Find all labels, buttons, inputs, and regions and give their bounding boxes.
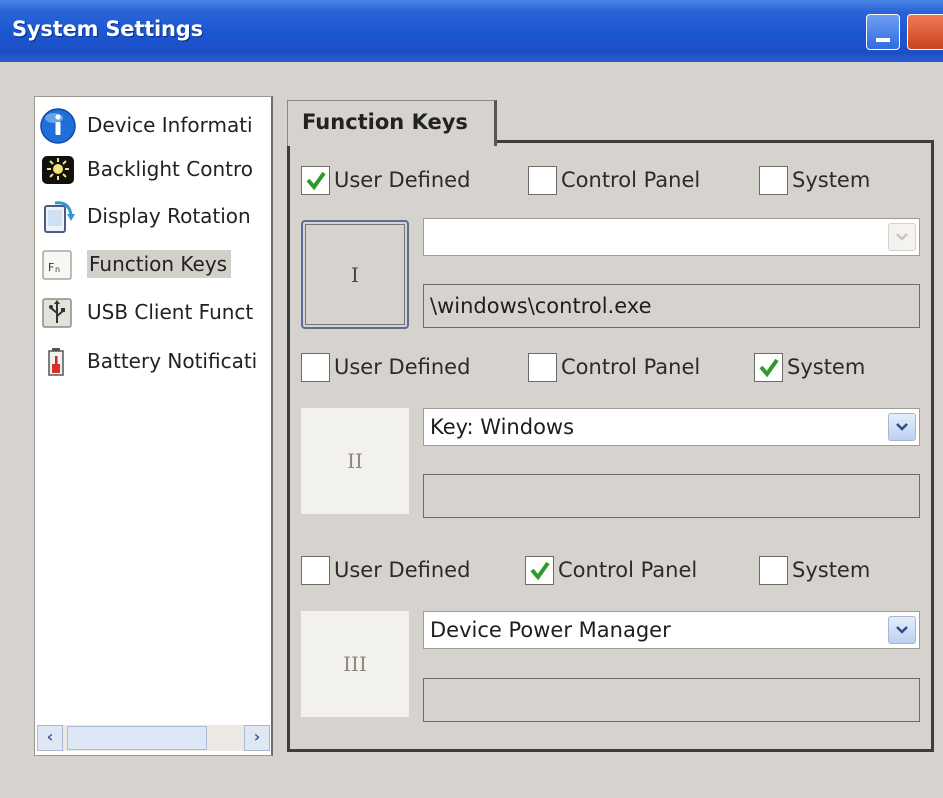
- battery-icon: [39, 342, 77, 380]
- key-3-control-panel-checkbox[interactable]: Control Panel: [525, 553, 697, 587]
- sidebar-item-battery-notification[interactable]: Battery Notificati: [39, 339, 272, 383]
- key-1-system-checkbox[interactable]: System: [759, 163, 870, 197]
- sidebar-item-device-information[interactable]: Device Informati: [39, 103, 272, 147]
- horizontal-scrollbar[interactable]: ‹ ›: [37, 725, 270, 751]
- key-3-system-checkbox[interactable]: System: [759, 553, 870, 587]
- checkbox-label: User Defined: [334, 558, 471, 582]
- checkbox-box: [759, 165, 788, 195]
- key-3-button[interactable]: III: [301, 611, 409, 717]
- key-1-user-defined-checkbox[interactable]: User Defined: [301, 163, 470, 197]
- combo-value: Key: Windows: [430, 415, 575, 439]
- sidebar-item-label: Backlight Contro: [87, 157, 253, 181]
- checkbox-label: Control Panel: [561, 355, 701, 379]
- usb-icon: [39, 293, 77, 331]
- sidebar-item-function-keys[interactable]: Fn Function Keys: [39, 242, 272, 286]
- key-2-button[interactable]: II: [301, 408, 409, 514]
- sidebar-item-label: Device Informati: [87, 113, 253, 137]
- path-value: \windows\control.exe: [430, 294, 652, 318]
- dropdown-button[interactable]: [888, 413, 916, 441]
- svg-text:n: n: [55, 265, 60, 274]
- key-label: II: [347, 449, 363, 473]
- dropdown-button[interactable]: [888, 223, 916, 251]
- key-2-user-defined-checkbox[interactable]: User Defined: [301, 350, 470, 384]
- window-title: System Settings: [12, 17, 203, 41]
- chevron-down-icon: [896, 233, 908, 241]
- scroll-right-button[interactable]: ›: [244, 725, 270, 751]
- checkbox-label: System: [787, 355, 866, 379]
- checkbox-box: [528, 352, 557, 382]
- checkbox-box: [759, 555, 788, 585]
- checkbox-label: System: [792, 558, 871, 582]
- checkmark-icon: [306, 171, 326, 190]
- tab-label: Function Keys: [302, 110, 468, 134]
- scroll-left-button[interactable]: ‹: [37, 725, 63, 751]
- checkbox-label: User Defined: [334, 168, 471, 192]
- sidebar-item-backlight-control[interactable]: Backlight Contro: [39, 147, 272, 191]
- key-1-action-combo[interactable]: [423, 218, 920, 256]
- key-2-control-panel-checkbox[interactable]: Control Panel: [528, 350, 700, 384]
- combo-value: Device Power Manager: [430, 618, 671, 642]
- key-2-type-options: User Defined Control Panel System: [301, 350, 901, 384]
- checkbox-box: [754, 352, 783, 382]
- sidebar-item-display-rotation[interactable]: Display Rotation: [39, 194, 272, 238]
- title-bar[interactable]: System Settings: [0, 0, 943, 62]
- key-3-action-combo[interactable]: Device Power Manager: [423, 611, 920, 649]
- checkbox-label: Control Panel: [561, 168, 701, 192]
- checkmark-icon: [759, 358, 779, 377]
- function-keys-icon: Fn: [39, 245, 77, 283]
- close-button[interactable]: [907, 14, 943, 50]
- key-1-type-options: User Defined Control Panel System: [301, 163, 901, 197]
- checkbox-box: [301, 352, 330, 382]
- key-2-action-combo[interactable]: Key: Windows: [423, 408, 920, 446]
- key-2-path-field[interactable]: [423, 474, 920, 518]
- chevron-left-icon: ‹: [46, 727, 54, 746]
- chevron-right-icon: ›: [253, 727, 261, 746]
- scrollbar-thumb[interactable]: [67, 726, 207, 750]
- key-label: III: [343, 652, 367, 676]
- backlight-icon: [39, 150, 77, 188]
- chevron-down-icon: [896, 626, 908, 634]
- key-3-user-defined-checkbox[interactable]: User Defined: [301, 553, 470, 587]
- key-label: I: [351, 262, 359, 287]
- checkbox-label: Control Panel: [558, 558, 698, 582]
- checkbox-label: User Defined: [334, 355, 471, 379]
- key-3-type-options: User Defined Control Panel System: [301, 553, 901, 587]
- checkbox-box: [301, 165, 330, 195]
- settings-list[interactable]: Device Informati Backlight Contro Displa…: [34, 96, 273, 756]
- dropdown-button[interactable]: [888, 616, 916, 644]
- info-icon: [39, 106, 77, 144]
- minimize-icon: [876, 38, 890, 42]
- checkbox-box: [525, 555, 554, 585]
- display-rotation-icon: [39, 197, 77, 235]
- key-2-system-checkbox[interactable]: System: [754, 350, 865, 384]
- key-1-button[interactable]: I: [301, 220, 409, 329]
- minimize-button[interactable]: [866, 14, 900, 50]
- key-1-path-field[interactable]: \windows\control.exe: [423, 284, 920, 328]
- checkbox-label: System: [792, 168, 871, 192]
- sidebar-item-label: Function Keys: [87, 250, 232, 278]
- checkbox-box: [301, 555, 330, 585]
- key-3-path-field[interactable]: [423, 678, 920, 722]
- sidebar-item-label: Display Rotation: [87, 204, 251, 228]
- checkmark-icon: [530, 561, 550, 580]
- sidebar-item-label: Battery Notificati: [87, 349, 258, 373]
- svg-text:F: F: [48, 261, 54, 274]
- sidebar-item-usb-client-function[interactable]: USB Client Funct: [39, 290, 272, 334]
- key-1-control-panel-checkbox[interactable]: Control Panel: [528, 163, 700, 197]
- sidebar-item-label: USB Client Funct: [87, 300, 254, 324]
- checkbox-box: [528, 165, 557, 195]
- chevron-down-icon: [896, 423, 908, 431]
- tab-function-keys[interactable]: Function Keys: [287, 100, 497, 146]
